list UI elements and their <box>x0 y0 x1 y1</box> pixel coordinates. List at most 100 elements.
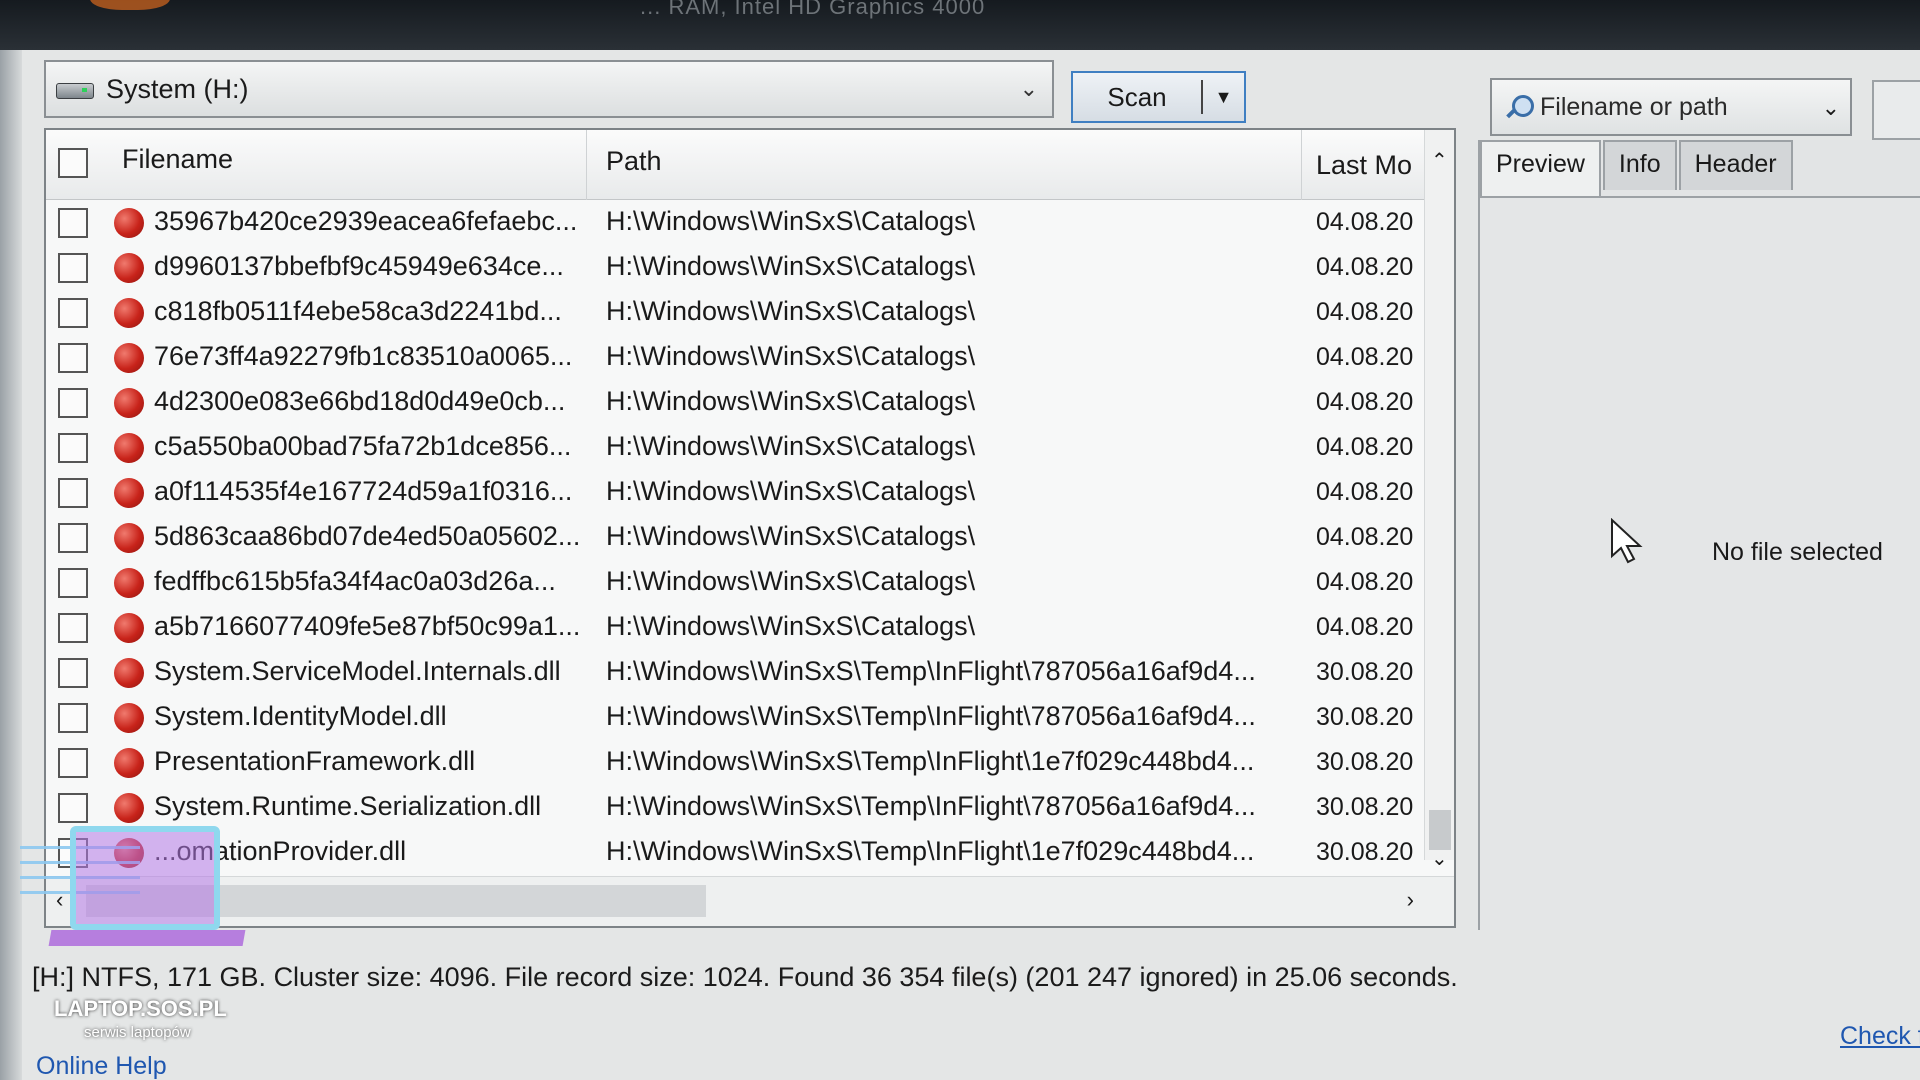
row-checkbox[interactable] <box>58 208 88 238</box>
cell-path: H:\Windows\WinSxS\Catalogs\ <box>606 566 976 596</box>
table-row[interactable]: 35967b420ce2939eacea6fefaebc... H:\Window… <box>46 200 1454 245</box>
red-circle-icon <box>114 613 144 643</box>
tab-header[interactable]: Header <box>1678 140 1793 190</box>
cell-path: H:\Windows\WinSxS\Temp\InFlight\1e7f029c… <box>606 836 1255 866</box>
column-divider[interactable] <box>1301 130 1302 200</box>
watermark-laptop-icon <box>70 826 220 930</box>
cell-filename: System.Runtime.Serialization.dll <box>154 791 542 821</box>
search-icon <box>1504 93 1534 121</box>
row-checkbox[interactable] <box>58 253 88 283</box>
table-row[interactable]: a0f114535f4e167724d59a1f0316... H:\Window… <box>46 470 1454 515</box>
cell-filename: c818fb0511f4ebe58ca3d2241bd... <box>154 296 562 326</box>
table-row[interactable]: c818fb0511f4ebe58ca3d2241bd... H:\Windows… <box>46 290 1454 335</box>
table-row[interactable]: System.ServiceModel.Internals.dll H:\Wind… <box>46 650 1454 695</box>
preview-body: No file selected <box>1480 196 1920 930</box>
tab-preview[interactable]: Preview <box>1480 140 1601 196</box>
table-row[interactable]: PresentationFramework.dll H:\Windows\WinS… <box>46 740 1454 785</box>
cell-last-modified: 04.08.20 <box>1316 523 1414 551</box>
window-left-edge <box>0 0 22 1080</box>
table-row[interactable]: c5a550ba00bad75fa72b1dce856... H:\Windows… <box>46 425 1454 470</box>
cell-filename: 4d2300e083e66bd18d0d49e0cb... <box>154 386 566 416</box>
row-checkbox[interactable] <box>58 793 88 823</box>
row-checkbox[interactable] <box>58 343 88 373</box>
watermark-laptop-base <box>48 930 246 946</box>
cell-filename: PresentationFramework.dll <box>154 746 476 776</box>
scan-split-button[interactable]: Scan ▼ <box>1071 71 1246 123</box>
select-all-checkbox[interactable] <box>58 148 88 178</box>
table-row[interactable]: System.Runtime.Serialization.dll H:\Windo… <box>46 785 1454 830</box>
table-row[interactable]: 76e73ff4a92279fb1c83510a0065... H:\Window… <box>46 335 1454 380</box>
cell-last-modified: 04.08.20 <box>1316 298 1414 326</box>
column-header-filename[interactable]: Filename <box>122 144 233 175</box>
toolbar-button-partial[interactable] <box>1872 80 1920 140</box>
online-help-link[interactable]: Online Help <box>36 1052 167 1080</box>
chevron-down-icon[interactable]: ⌄ <box>1822 95 1840 121</box>
cell-last-modified: 30.08.20 <box>1316 658 1414 686</box>
column-divider[interactable] <box>586 130 587 200</box>
file-list[interactable]: Filename Path Last Mo 35967b420ce2939eac… <box>44 128 1456 928</box>
cell-last-modified: 30.08.20 <box>1316 793 1414 821</box>
cell-path: H:\Windows\WinSxS\Catalogs\ <box>606 206 976 236</box>
cell-path: H:\Windows\WinSxS\Temp\InFlight\787056a1… <box>606 791 1256 821</box>
check-link[interactable]: Check f <box>1840 1022 1920 1051</box>
table-row[interactable]: d9960137bbefbf9c45949e634ce... H:\Windows… <box>46 245 1454 290</box>
cell-filename: 76e73ff4a92279fb1c83510a0065... <box>154 341 573 371</box>
file-rows: 35967b420ce2939eacea6fefaebc... H:\Window… <box>46 200 1454 875</box>
chevron-down-icon[interactable]: ⌄ <box>1020 76 1038 102</box>
tab-info[interactable]: Info <box>1602 140 1677 190</box>
table-row[interactable]: 4d2300e083e66bd18d0d49e0cb... H:\Windows\… <box>46 380 1454 425</box>
window-title: ... RAM, Intel HD Graphics 4000 <box>640 0 986 19</box>
drive-dropdown[interactable]: System (H:) ⌄ <box>44 60 1054 118</box>
cell-last-modified: 30.08.20 <box>1316 703 1414 731</box>
search-input[interactable]: Filename or path ⌄ <box>1490 78 1852 136</box>
row-checkbox[interactable] <box>58 568 88 598</box>
red-circle-icon <box>114 703 144 733</box>
cell-last-modified: 04.08.20 <box>1316 613 1414 641</box>
preview-tabs: Preview Info Header <box>1480 140 1795 196</box>
scroll-up-icon[interactable]: ⌃ <box>1431 148 1448 173</box>
cell-last-modified: 04.08.20 <box>1316 253 1414 281</box>
red-circle-icon <box>114 433 144 463</box>
no-file-selected-text: No file selected <box>1712 538 1883 566</box>
scroll-thumb[interactable] <box>1429 810 1451 850</box>
scroll-down-icon[interactable]: ⌄ <box>1431 846 1448 871</box>
cell-path: H:\Windows\WinSxS\Catalogs\ <box>606 296 976 326</box>
row-checkbox[interactable] <box>58 298 88 328</box>
cell-last-modified: 04.08.20 <box>1316 433 1414 461</box>
cell-filename: d9960137bbefbf9c45949e634ce... <box>154 251 564 281</box>
column-header-path[interactable]: Path <box>606 146 662 177</box>
watermark-tagline: serwis laptopów <box>84 1024 191 1041</box>
cell-filename: 35967b420ce2939eacea6fefaebc... <box>154 206 578 236</box>
cell-path: H:\Windows\WinSxS\Catalogs\ <box>606 431 976 461</box>
row-checkbox[interactable] <box>58 388 88 418</box>
cell-last-modified: 04.08.20 <box>1316 478 1414 506</box>
row-checkbox[interactable] <box>58 613 88 643</box>
row-checkbox[interactable] <box>58 748 88 778</box>
mouse-pointer-icon <box>1611 518 1643 564</box>
cell-path: H:\Windows\WinSxS\Temp\InFlight\787056a1… <box>606 656 1256 686</box>
scroll-right-icon[interactable]: › <box>1407 887 1414 913</box>
vertical-scrollbar[interactable]: ⌃ ⌄ <box>1424 130 1454 870</box>
row-checkbox[interactable] <box>58 658 88 688</box>
red-circle-icon <box>114 388 144 418</box>
cell-filename: fedffbc615b5fa34f4ac0a03d26a... <box>154 566 556 596</box>
table-row[interactable]: System.IdentityModel.dll H:\Windows\WinSx… <box>46 695 1454 740</box>
row-checkbox[interactable] <box>58 478 88 508</box>
row-checkbox[interactable] <box>58 433 88 463</box>
table-row[interactable]: 5d863caa86bd07de4ed50a05602... H:\Windows… <box>46 515 1454 560</box>
cell-filename: a5b7166077409fe5e87bf50c99a1... <box>154 611 581 641</box>
row-checkbox[interactable] <box>58 523 88 553</box>
red-circle-icon <box>114 748 144 778</box>
table-row[interactable]: a5b7166077409fe5e87bf50c99a1... H:\Window… <box>46 605 1454 650</box>
table-row[interactable]: fedffbc615b5fa34f4ac0a03d26a... H:\Window… <box>46 560 1454 605</box>
red-circle-icon <box>114 478 144 508</box>
scan-button[interactable]: Scan <box>1073 82 1201 113</box>
cell-last-modified: 04.08.20 <box>1316 208 1414 236</box>
preview-panel: Preview Info Header No file selected <box>1478 140 1920 930</box>
hard-drive-icon <box>56 79 94 99</box>
scan-options-arrow-icon[interactable]: ▼ <box>1203 87 1244 108</box>
red-circle-icon <box>114 523 144 553</box>
cell-path: H:\Windows\WinSxS\Catalogs\ <box>606 251 976 281</box>
row-checkbox[interactable] <box>58 703 88 733</box>
column-header-last-modified[interactable]: Last Mo <box>1316 150 1412 181</box>
